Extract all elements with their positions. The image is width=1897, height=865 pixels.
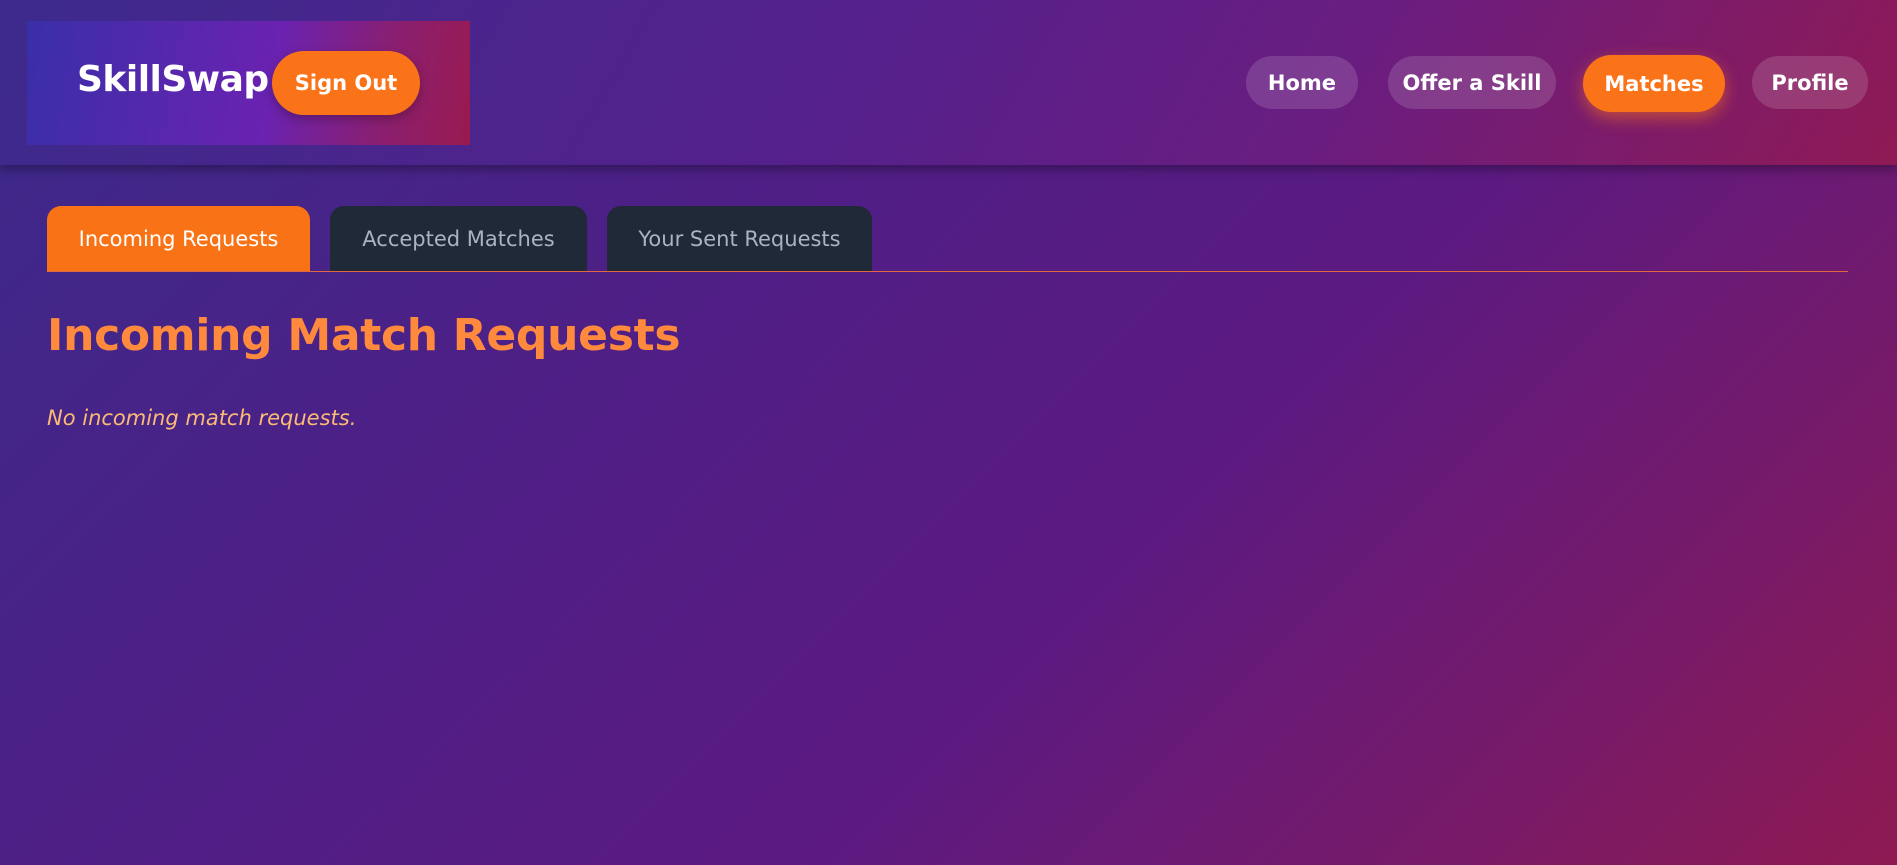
sign-out-button[interactable]: Sign Out [272, 51, 420, 115]
nav-offer-skill-link[interactable]: Offer a Skill [1388, 56, 1556, 109]
top-header: SkillSwap Sign Out Home Offer a Skill Ma… [0, 0, 1897, 165]
page-title: Incoming Match Requests [47, 310, 681, 361]
nav-profile-link[interactable]: Profile [1752, 56, 1868, 109]
empty-state-message: No incoming match requests. [47, 406, 357, 430]
brand-area: SkillSwap Sign Out [27, 21, 470, 145]
tab-divider [47, 271, 1848, 272]
brand-logo[interactable]: SkillSwap [77, 59, 269, 100]
tab-accepted-matches[interactable]: Accepted Matches [330, 206, 587, 271]
nav-home-link[interactable]: Home [1246, 56, 1358, 109]
tab-incoming-requests[interactable]: Incoming Requests [47, 206, 310, 271]
tab-sent-requests[interactable]: Your Sent Requests [607, 206, 872, 271]
nav-matches-link[interactable]: Matches [1583, 55, 1725, 112]
